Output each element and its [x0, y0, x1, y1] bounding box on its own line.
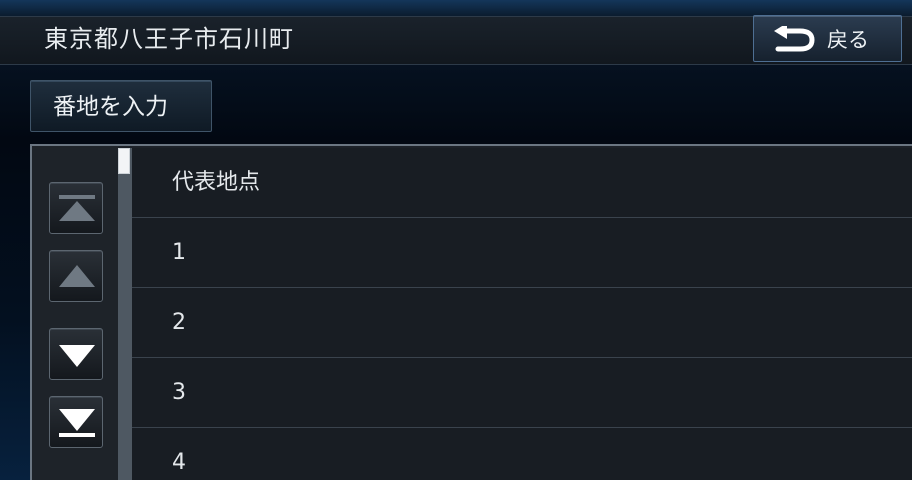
- list-item-label: 代表地点: [172, 170, 261, 195]
- scrollbar-thumb[interactable]: [118, 148, 130, 174]
- list-item-label: 3: [172, 380, 186, 405]
- back-button[interactable]: 戻る: [753, 15, 902, 62]
- address-list: 代表地点 1 2 3 4: [132, 148, 912, 480]
- scroll-down-button[interactable]: [49, 328, 103, 380]
- back-button-label: 戻る: [827, 28, 869, 52]
- list-panel: 代表地点 1 2 3 4: [30, 144, 912, 480]
- list-item[interactable]: 4: [132, 428, 912, 480]
- list-item[interactable]: 3: [132, 358, 912, 428]
- scroll-top-icon: [59, 195, 95, 221]
- top-glow: [0, 0, 912, 16]
- scroll-down-icon: [59, 345, 95, 367]
- return-arrow-icon: [774, 26, 815, 52]
- list-item-representative-point[interactable]: 代表地点: [132, 148, 912, 218]
- scroll-controls: [32, 146, 118, 480]
- list-item-label: 1: [172, 240, 186, 265]
- scroll-up-icon: [59, 265, 95, 287]
- scroll-to-bottom-button[interactable]: [49, 396, 103, 448]
- enter-address-number-label: 番地を入力: [53, 94, 168, 120]
- navigation-screen: 東京都八王子市石川町 戻る 番地を入力 代表地点 1 2 3 4: [0, 0, 912, 480]
- scroll-up-button[interactable]: [49, 250, 103, 302]
- enter-address-number-button[interactable]: 番地を入力: [30, 80, 212, 132]
- list-item-label: 2: [172, 310, 186, 335]
- list-item[interactable]: 2: [132, 288, 912, 358]
- scroll-bottom-icon: [59, 409, 95, 437]
- list-item-label: 4: [172, 450, 186, 475]
- page-title: 東京都八王子市石川町: [44, 25, 294, 53]
- scrollbar-track[interactable]: [118, 148, 132, 480]
- list-item[interactable]: 1: [132, 218, 912, 288]
- scroll-to-top-button[interactable]: [49, 182, 103, 234]
